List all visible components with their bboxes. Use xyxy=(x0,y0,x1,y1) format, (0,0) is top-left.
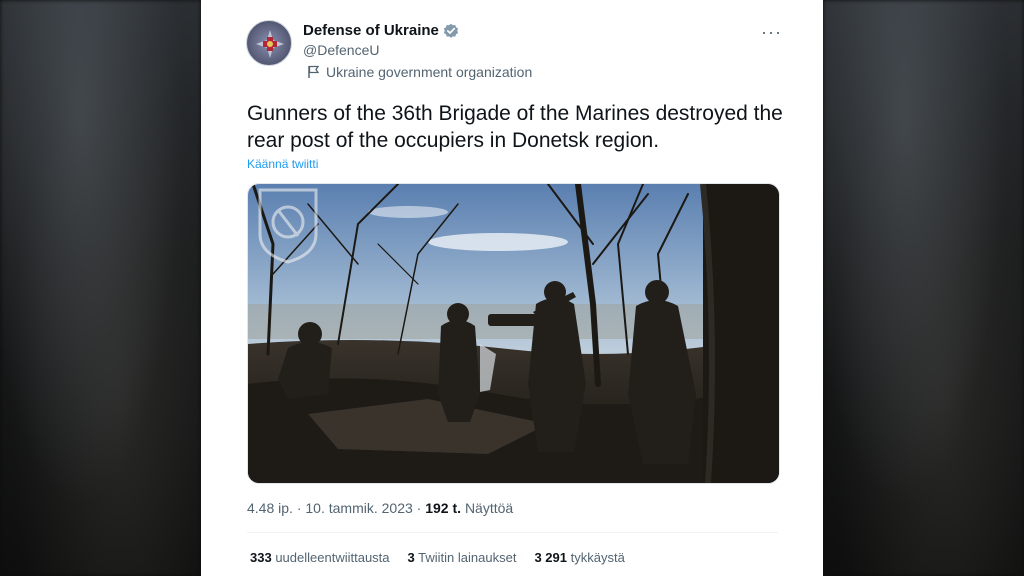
quotes-stat[interactable]: 3 Twiitin lainaukset xyxy=(408,550,517,565)
likes-count: 3 291 xyxy=(534,550,567,565)
author-name[interactable]: Defense of Ukraine xyxy=(303,22,439,39)
verified-badge-icon xyxy=(443,23,459,39)
avatar[interactable] xyxy=(246,20,292,66)
government-label-text: Ukraine government organization xyxy=(326,64,533,80)
views-count: 192 t. xyxy=(425,500,462,516)
government-label: Ukraine government organization xyxy=(307,64,532,80)
tweet-card: Defense of Ukraine @DefenceU Ukraine gov… xyxy=(201,0,823,576)
tweet-time[interactable]: 4.48 ip. xyxy=(247,500,293,516)
engagement-stats: 333 uudelleentwiittausta 3 Twiitin laina… xyxy=(250,550,625,565)
tweet-meta: 4.48 ip. · 10. tammik. 2023 · 192 t. Näy… xyxy=(247,500,513,516)
quotes-count: 3 xyxy=(407,550,415,565)
more-options-icon[interactable]: ··· xyxy=(761,22,782,43)
flag-icon xyxy=(307,65,320,79)
meta-separator: · xyxy=(296,500,302,516)
tweet-text: Gunners of the 36th Brigade of the Marin… xyxy=(247,102,783,152)
retweets-label: uudelleentwiittausta xyxy=(275,550,390,565)
author-handle[interactable]: @DefenceU xyxy=(303,42,379,58)
likes-stat[interactable]: 3 291 tykkäystä xyxy=(534,550,624,565)
retweets-count: 333 xyxy=(250,550,272,565)
background-blur-right xyxy=(823,0,1024,576)
author-row: Defense of Ukraine xyxy=(303,22,459,39)
meta-separator: · xyxy=(416,500,422,516)
tweet-video[interactable] xyxy=(247,183,780,484)
ministry-emblem-icon xyxy=(256,30,284,58)
divider xyxy=(247,532,778,533)
tweet-date[interactable]: 10. tammik. 2023 xyxy=(305,500,412,516)
background-blur-left xyxy=(0,0,201,576)
quotes-label: Twiitin lainaukset xyxy=(418,550,517,565)
views-label: Näyttöä xyxy=(464,500,514,516)
video-frame-image xyxy=(248,184,779,483)
likes-label: tykkäystä xyxy=(570,550,625,565)
retweets-stat[interactable]: 333 uudelleentwiittausta xyxy=(250,550,390,565)
translate-link[interactable]: Käännä twiitti xyxy=(247,157,318,171)
